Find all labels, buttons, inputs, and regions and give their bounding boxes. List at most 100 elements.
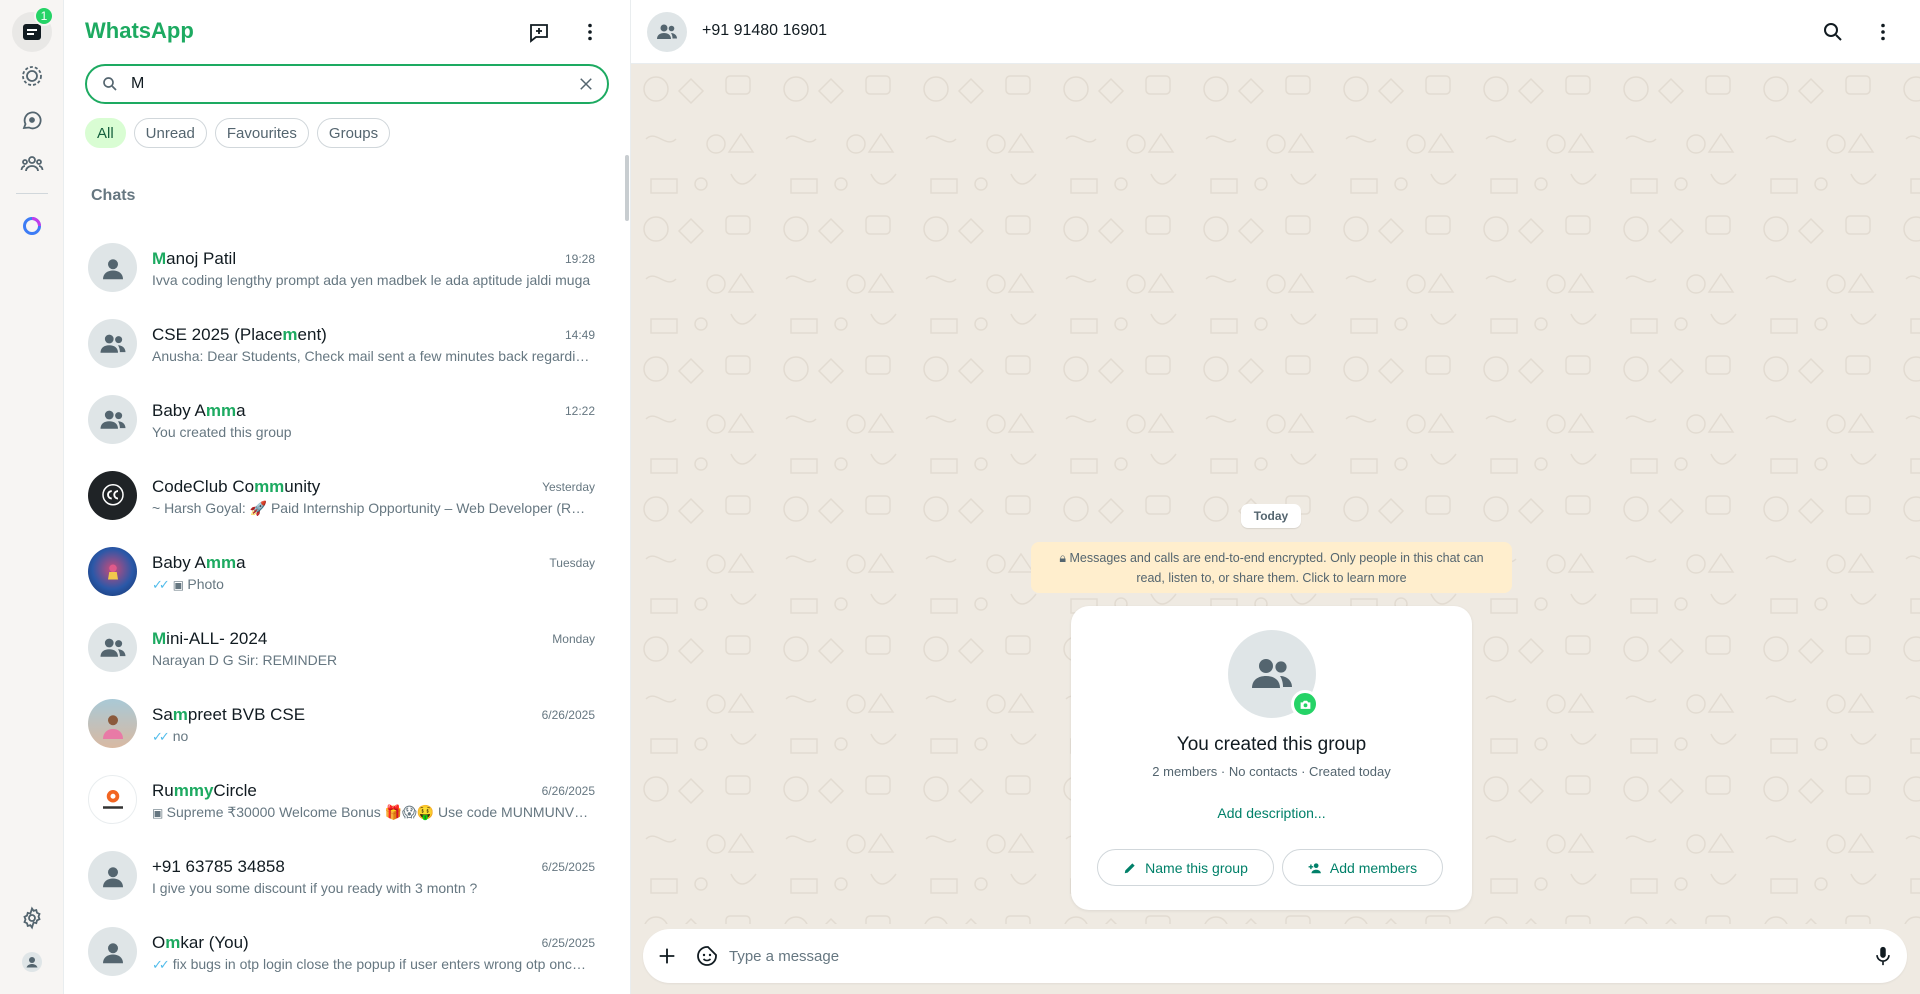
rail-communities-button[interactable] <box>12 144 52 184</box>
kebab-menu-icon <box>1881 23 1885 41</box>
default-avatar <box>88 243 137 292</box>
chat-time: Yesterday <box>542 480 595 494</box>
group-avatar[interactable] <box>647 12 687 52</box>
last-message-text: fix bugs in otp login close the popup if… <box>172 956 592 972</box>
rail-channels-button[interactable] <box>12 100 52 140</box>
chat-time: 6/26/2025 <box>541 784 595 798</box>
group-avatar <box>88 319 137 368</box>
last-message-text: Supreme ₹30000 Welcome Bonus 🎁😱🤑 Use cod… <box>166 804 592 820</box>
profile-icon <box>22 952 42 972</box>
chat-list-item[interactable]: CodeClub Community Yesterday ~ Harsh Goyal… <box>64 457 625 533</box>
chat-list-panel: WhatsApp All Unread Favourites Groups Ch… <box>64 0 631 994</box>
add-members-button[interactable]: Add members <box>1282 849 1443 886</box>
chat-time: 6/25/2025 <box>541 936 595 950</box>
chat-time: 19:28 <box>564 252 595 266</box>
chat-list: Manoj Patil 19:28 Ivva coding lengthy prom… <box>64 229 625 989</box>
rail-meta-ai-button[interactable] <box>12 206 52 246</box>
last-message-text: Ivva coding lengthy prompt ada yen madbe… <box>152 272 591 288</box>
chat-list-item[interactable]: CSE 2025 (Placement) 14:49 Anusha: Dear St… <box>64 305 625 381</box>
app-title: WhatsApp <box>85 18 194 43</box>
message-input[interactable] <box>729 944 1829 968</box>
new-chat-button[interactable] <box>523 16 555 48</box>
filter-groups[interactable]: Groups <box>316 118 391 148</box>
chat-list-item[interactable]: Omkar (You) 6/25/2025 ✓✓ fix bugs in otp l… <box>64 913 625 989</box>
nav-rail: 1 <box>0 0 64 994</box>
chat-list-item[interactable]: Sampreet BVB CSE 6/26/2025 ✓✓ no <box>64 685 625 761</box>
sticker-button[interactable] <box>693 942 721 970</box>
chat-time: 12:22 <box>564 404 595 418</box>
close-icon[interactable] <box>577 75 595 93</box>
chat-name-suffix: ini-ALL- 2024 <box>166 629 268 648</box>
encryption-text: Messages and calls are end-to-end encryp… <box>1069 551 1484 585</box>
chat-name-suffix: a <box>236 553 246 572</box>
conversation-panel: +91 91480 16901 Today 🔒︎ Messages and ca… <box>631 0 1920 994</box>
chat-time: Monday <box>552 632 595 646</box>
chat-list-item[interactable]: Baby Amma 12:22 You created this group <box>64 381 625 457</box>
chat-name: Omkar (You) <box>152 933 249 953</box>
last-message-text: ~ Harsh Goyal: 🚀 Paid Internship Opportu… <box>152 500 592 516</box>
unread-badge: 1 <box>34 6 54 26</box>
chat-name: +91 63785 34858 <box>152 857 285 877</box>
rail-profile-button[interactable] <box>12 942 52 982</box>
photo-icon: ▣ <box>172 578 188 592</box>
chat-last-message: Ivva coding lengthy prompt ada yen madbe… <box>152 272 592 288</box>
chat-name: CSE 2025 (Placement) <box>152 325 327 345</box>
chat-name-suffix: preet BVB CSE <box>187 705 306 724</box>
chat-last-message: ✓✓ ▣ Photo <box>152 576 592 593</box>
filter-unread[interactable]: Unread <box>133 118 207 148</box>
search-box <box>85 64 609 104</box>
date-divider: Today <box>1241 504 1301 528</box>
group-avatar <box>88 623 137 672</box>
chat-name: Mini-ALL- 2024 <box>152 629 267 649</box>
filter-all[interactable]: All <box>85 118 126 148</box>
lock-icon: 🔒︎ <box>1059 551 1067 565</box>
last-message-text: no <box>172 728 189 744</box>
chat-last-message: Narayan D G Sir: REMINDER <box>152 652 592 668</box>
attach-button[interactable] <box>653 942 681 970</box>
sticker-icon <box>697 946 717 966</box>
name-group-button[interactable]: Name this group <box>1097 849 1274 886</box>
channels-icon <box>22 111 42 130</box>
default-avatar <box>88 927 137 976</box>
menu-button[interactable] <box>574 16 606 48</box>
add-person-icon <box>1308 862 1321 873</box>
search-highlight: mm <box>205 401 237 420</box>
chat-name-suffix: a <box>236 401 246 420</box>
voice-button[interactable] <box>1869 942 1897 970</box>
filter-chips: All Unread Favourites Groups <box>85 118 391 148</box>
list-scrollbar[interactable] <box>625 155 629 221</box>
message-composer <box>643 929 1907 983</box>
chat-name-prefix: +91 63785 34858 <box>152 857 285 876</box>
chat-list-item[interactable]: Baby Amma Tuesday ✓✓ ▣ Photo <box>64 533 625 609</box>
last-message-text: Anusha: Dear Students, Check mail sent a… <box>152 348 592 364</box>
search-highlight: m <box>165 933 181 952</box>
chat-list-item[interactable]: Mini-ALL- 2024 Monday Narayan D G Sir: REM… <box>64 609 625 685</box>
codeclub-logo <box>88 471 137 520</box>
rail-status-button[interactable] <box>12 56 52 96</box>
chat-list-item[interactable]: +91 63785 34858 6/25/2025 I give you some … <box>64 837 625 913</box>
search-input[interactable] <box>131 72 551 96</box>
chat-name-prefix: Ru <box>152 781 174 800</box>
camera-icon[interactable] <box>1291 690 1319 718</box>
default-avatar <box>88 851 137 900</box>
rail-settings-button[interactable] <box>12 898 52 938</box>
plus-icon <box>659 948 675 964</box>
add-description-link[interactable]: Add description... <box>1071 805 1472 821</box>
last-message-text: Photo <box>187 576 224 592</box>
filter-favourites[interactable]: Favourites <box>214 118 309 148</box>
chat-last-message: ~ Harsh Goyal: 🚀 Paid Internship Opportu… <box>152 500 592 517</box>
conversation-header[interactable]: +91 91480 16901 <box>631 0 1920 64</box>
chat-list-item[interactable]: Manoj Patil 19:28 Ivva coding lengthy prom… <box>64 229 625 305</box>
chat-name: Sampreet BVB CSE <box>152 705 305 725</box>
chat-search-button[interactable] <box>1817 16 1849 48</box>
chat-list-item[interactable]: RummyCircle 6/26/2025 ▣ Supreme ₹30000 Wel… <box>64 761 625 837</box>
search-icon <box>103 77 117 91</box>
encryption-notice[interactable]: 🔒︎ Messages and calls are end-to-end enc… <box>1031 542 1512 593</box>
section-heading: Chats <box>91 187 136 204</box>
read-receipt-icon: ✓✓ <box>152 957 170 972</box>
chat-menu-button[interactable] <box>1867 16 1899 48</box>
chat-name: RummyCircle <box>152 781 257 801</box>
search-highlight: m <box>282 325 298 344</box>
name-group-label: Name this group <box>1145 859 1248 876</box>
chat-last-message: You created this group <box>152 424 592 440</box>
